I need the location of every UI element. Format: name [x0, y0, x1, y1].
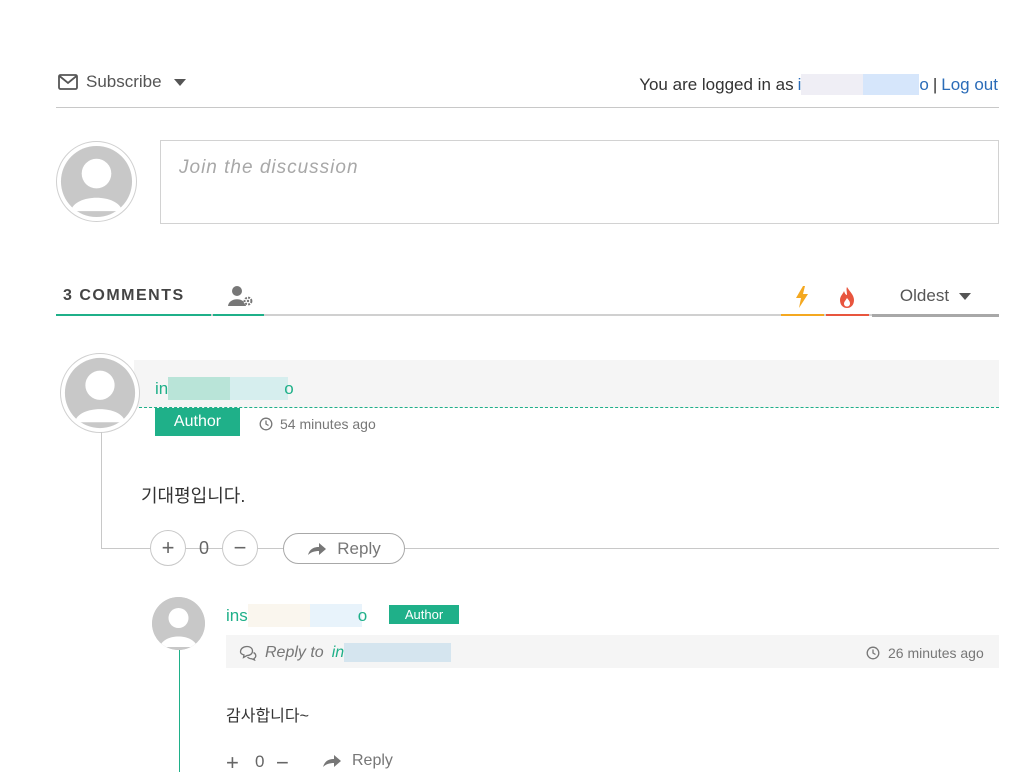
user-silhouette-icon — [152, 597, 205, 650]
thread-line — [179, 650, 180, 772]
clock-icon — [866, 646, 880, 660]
logout-link[interactable]: Log out — [941, 75, 998, 95]
vote-count: 0 — [198, 538, 209, 558]
user-silhouette-icon — [64, 357, 136, 429]
comment-author-name[interactable]: ins o — [226, 604, 367, 627]
redacted-block — [309, 604, 362, 627]
vote-count: 0 — [255, 752, 265, 771]
upvote-button[interactable]: + — [150, 530, 186, 566]
comment-input[interactable]: Join the discussion — [160, 140, 999, 224]
reply-button[interactable]: Reply — [322, 752, 393, 770]
comment-input-placeholder: Join the discussion — [179, 157, 359, 178]
redacted-block — [801, 74, 864, 95]
downvote-button[interactable]: − — [276, 750, 289, 772]
author-badge: Author — [155, 408, 240, 436]
minus-icon: − — [233, 535, 247, 560]
subscribe-label: Subscribe — [86, 72, 162, 91]
tab-underline — [872, 314, 999, 317]
reply-button[interactable]: Reply — [283, 533, 405, 564]
divider — [56, 107, 999, 108]
reply-arrow-icon — [323, 755, 341, 767]
upvote-button[interactable]: + — [226, 750, 239, 772]
redacted-block — [230, 377, 289, 400]
chevron-down-icon — [173, 78, 186, 86]
tab-underline — [826, 314, 869, 316]
redacted-block — [168, 377, 231, 400]
comment-text: 감사합니다~ — [226, 708, 309, 725]
envelope-icon — [58, 74, 78, 90]
bolt-icon[interactable] — [793, 285, 811, 309]
sort-selected-label: Oldest — [899, 286, 950, 305]
user-silhouette-icon — [60, 145, 133, 218]
sort-dropdown[interactable]: Oldest — [872, 286, 999, 306]
reply-to-link[interactable]: Reply to in — [239, 643, 452, 662]
comment-timestamp[interactable]: 54 minutes ago — [259, 416, 376, 432]
clock-icon — [259, 417, 273, 431]
plus-icon: + — [161, 535, 175, 560]
reply-arrow-icon — [308, 542, 327, 555]
tab-underline — [213, 314, 264, 316]
author-badge: Author — [389, 605, 459, 624]
redacted-block — [247, 604, 310, 627]
login-username[interactable]: i o — [798, 74, 929, 95]
avatar[interactable] — [152, 597, 205, 650]
tab-underline — [56, 314, 211, 316]
tab-comment-count[interactable]: 3 COMMENTS — [63, 287, 185, 305]
separator: | — [932, 74, 938, 94]
user-gear-icon[interactable] — [228, 285, 254, 307]
minus-icon: − — [276, 750, 289, 772]
comment-text: 기대평입니다. — [141, 486, 246, 506]
fire-icon[interactable] — [838, 285, 856, 309]
plus-icon: + — [226, 750, 239, 772]
downvote-button[interactable]: − — [222, 530, 258, 566]
login-prefix: You are logged in as — [639, 74, 794, 94]
thread-line — [101, 432, 102, 549]
redacted-block — [344, 643, 452, 662]
avatar[interactable] — [60, 353, 140, 433]
tab-underline — [781, 314, 824, 316]
subscribe-dropdown[interactable]: Subscribe — [58, 72, 186, 92]
current-user-avatar — [56, 141, 137, 222]
redacted-block — [863, 74, 920, 95]
comment-timestamp[interactable]: 26 minutes ago — [866, 645, 984, 661]
login-status: You are logged in as i o | Log out — [639, 74, 998, 95]
comment-author-name[interactable]: in o — [155, 377, 294, 400]
chat-bubbles-icon — [239, 645, 257, 661]
chevron-down-icon — [959, 292, 972, 300]
